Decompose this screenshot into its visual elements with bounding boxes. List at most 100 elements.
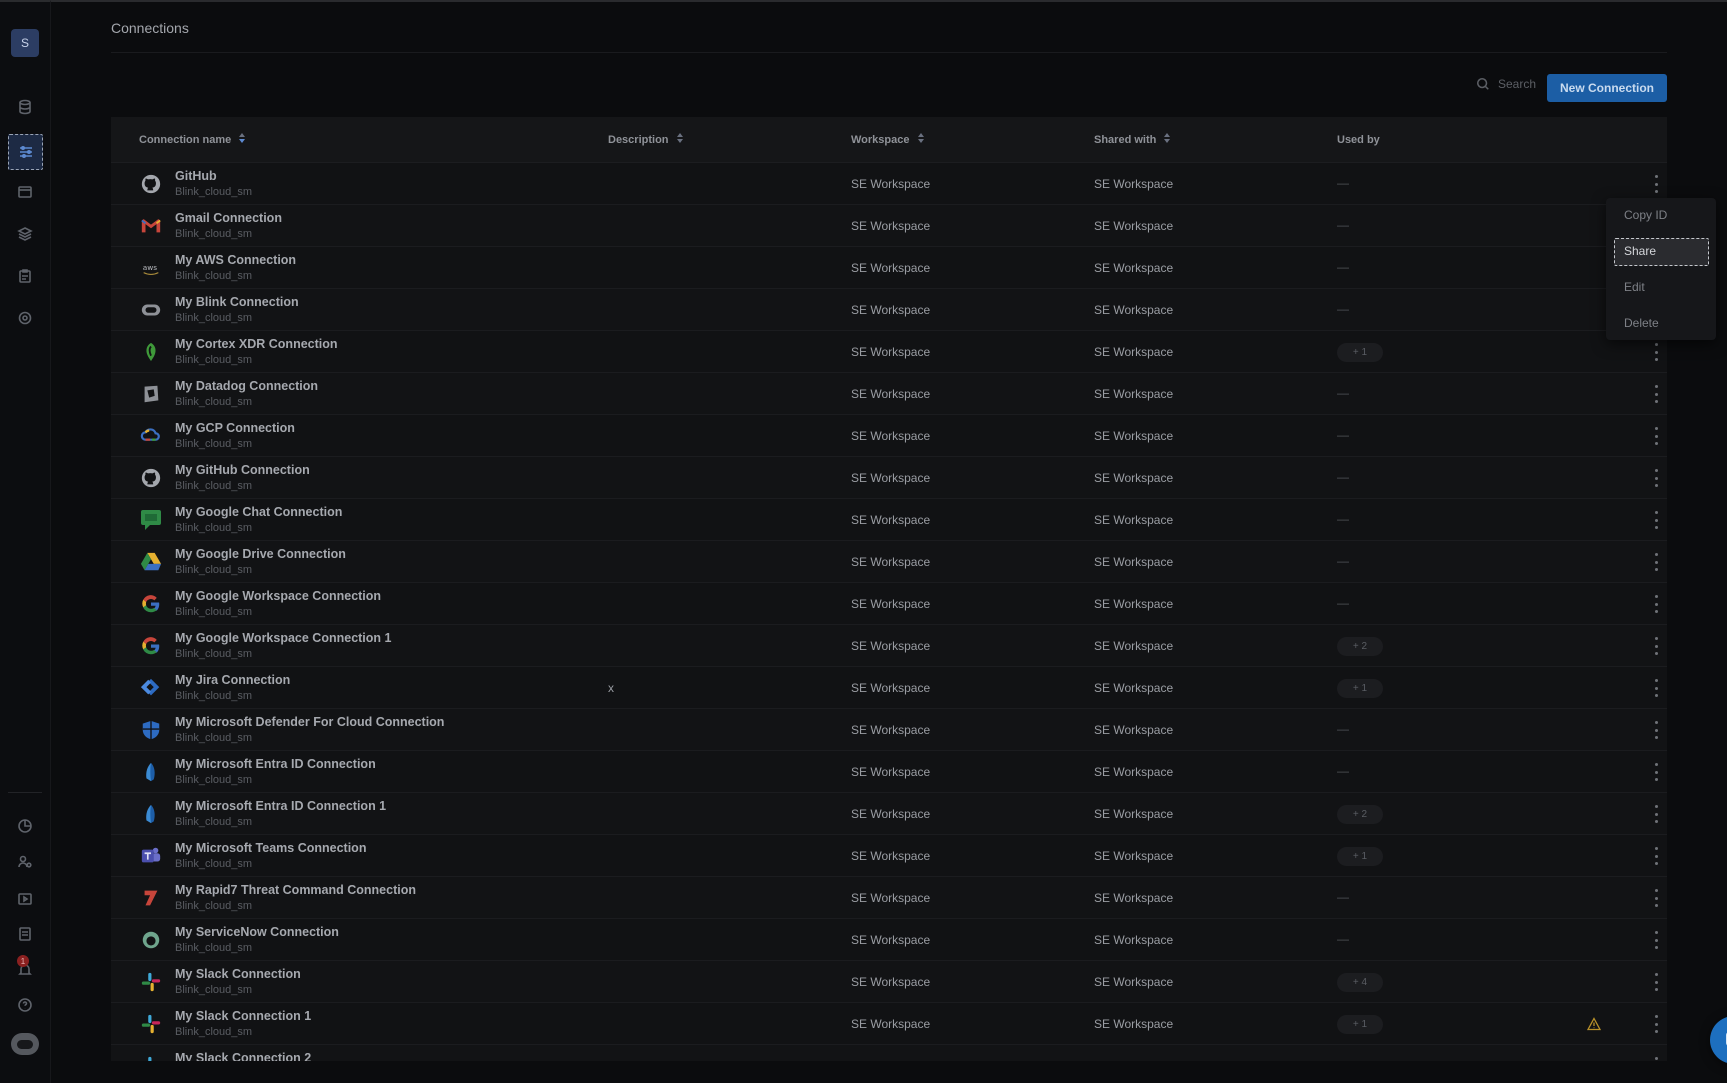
header-workspace[interactable]: Workspace	[851, 133, 924, 146]
workspace-avatar[interactable]: S	[11, 29, 39, 57]
header-description[interactable]: Description	[608, 133, 683, 146]
table-row[interactable]: My Google Drive Connection Blink_cloud_sm…	[111, 541, 1667, 583]
row-actions-kebab-icon[interactable]	[1653, 679, 1659, 697]
connection-name[interactable]: My AWS Connection	[175, 253, 296, 267]
new-connection-button[interactable]: New Connection	[1547, 74, 1667, 102]
database-icon[interactable]	[15, 97, 35, 117]
table-row[interactable]: My Microsoft Entra ID Connection 1 Blink_…	[111, 793, 1667, 835]
package-icon[interactable]	[15, 888, 35, 908]
connection-owner: Blink_cloud_sm	[175, 690, 253, 702]
connection-name[interactable]: My ServiceNow Connection	[175, 925, 339, 939]
header-connection-name[interactable]: Connection name	[139, 133, 246, 146]
connection-name[interactable]: My Google Workspace Connection 1	[175, 631, 391, 645]
connection-name[interactable]: My Jira Connection	[175, 673, 290, 687]
connection-shared-with: SE Workspace	[1094, 261, 1174, 275]
row-actions-kebab-icon[interactable]	[1653, 973, 1659, 991]
used-by-badge[interactable]: + 1	[1337, 847, 1383, 866]
connection-name[interactable]: My Datadog Connection	[175, 379, 318, 393]
connections-nav-icon[interactable]	[8, 134, 43, 170]
row-actions-kebab-icon[interactable]	[1653, 469, 1659, 487]
row-actions-kebab-icon[interactable]	[1653, 595, 1659, 613]
connection-name[interactable]: My GCP Connection	[175, 421, 295, 435]
row-actions-kebab-icon[interactable]	[1653, 763, 1659, 781]
connection-name[interactable]: My GitHub Connection	[175, 463, 310, 477]
used-by-badge[interactable]: + 2	[1337, 805, 1383, 824]
connection-workspace: SE Workspace	[851, 1017, 931, 1031]
row-actions-kebab-icon[interactable]	[1653, 511, 1659, 529]
header-shared-with[interactable]: Shared with	[1094, 133, 1171, 146]
layers-icon[interactable]	[15, 224, 35, 244]
row-actions-kebab-icon[interactable]	[1653, 805, 1659, 823]
connection-name[interactable]: My Blink Connection	[175, 295, 299, 309]
table-row[interactable]: My Rapid7 Threat Command Connection Blink…	[111, 877, 1667, 919]
table-row[interactable]: My Cortex XDR Connection Blink_cloud_sm SE…	[111, 331, 1667, 373]
used-by-badge[interactable]: + 2	[1337, 637, 1383, 656]
connection-name[interactable]: My Google Drive Connection	[175, 547, 346, 561]
table-row[interactable]: My Slack Connection 1 Blink_cloud_sm SE Wo…	[111, 1003, 1667, 1045]
menu-item-edit[interactable]: Edit	[1624, 280, 1645, 294]
row-actions-kebab-icon[interactable]	[1653, 427, 1659, 445]
table-row[interactable]: My Slack Connection 2	[111, 1045, 1667, 1061]
table-row[interactable]: My Blink Connection Blink_cloud_sm SE Work…	[111, 289, 1667, 331]
table-row[interactable]: My Google Workspace Connection Blink_clou…	[111, 583, 1667, 625]
table-row[interactable]: My Google Workspace Connection 1 Blink_cl…	[111, 625, 1667, 667]
connection-name[interactable]: My Microsoft Entra ID Connection	[175, 757, 376, 771]
connection-name[interactable]: My Microsoft Entra ID Connection 1	[175, 799, 386, 813]
clipboard-icon[interactable]	[15, 266, 35, 286]
used-by-empty: —	[1337, 932, 1349, 946]
target-icon[interactable]	[15, 308, 35, 328]
row-actions-kebab-icon[interactable]	[1653, 553, 1659, 571]
row-actions-kebab-icon[interactable]	[1653, 889, 1659, 907]
table-row[interactable]: My Slack Connection Blink_cloud_sm SE Work…	[111, 961, 1667, 1003]
row-actions-kebab-icon[interactable]	[1653, 1057, 1659, 1061]
connection-name[interactable]: My Slack Connection 2	[175, 1051, 311, 1061]
table-row[interactable]: My Microsoft Teams Connection Blink_cloud…	[111, 835, 1667, 877]
users-settings-icon[interactable]	[15, 852, 35, 872]
table-row[interactable]: My Microsoft Entra ID Connection Blink_cl…	[111, 751, 1667, 793]
chat-support-button[interactable]	[1710, 1016, 1727, 1064]
table-row[interactable]: My GCP Connection Blink_cloud_sm SE Worksp…	[111, 415, 1667, 457]
used-by-badge[interactable]: + 1	[1337, 343, 1383, 362]
connection-name[interactable]: My Rapid7 Threat Command Connection	[175, 883, 416, 897]
row-actions-kebab-icon[interactable]	[1653, 721, 1659, 739]
table-row[interactable]: aws My AWS Connection Blink_cloud_sm SE Wor…	[111, 247, 1667, 289]
table-row[interactable]: My Microsoft Defender For Cloud Connecti…	[111, 709, 1667, 751]
row-actions-kebab-icon[interactable]	[1653, 1015, 1659, 1033]
connection-name[interactable]: My Microsoft Teams Connection	[175, 841, 366, 855]
used-by-badge[interactable]: + 4	[1337, 973, 1383, 992]
table-row[interactable]: My Jira Connection Blink_cloud_sm x SE Work…	[111, 667, 1667, 709]
menu-item-copy-id[interactable]: Copy ID	[1624, 208, 1667, 222]
table-row[interactable]: GitHub Blink_cloud_sm SE Workspace SE Works…	[111, 163, 1667, 205]
audit-log-icon[interactable]	[15, 924, 35, 944]
table-row[interactable]: My Datadog Connection Blink_cloud_sm SE Wo…	[111, 373, 1667, 415]
help-icon[interactable]	[15, 995, 35, 1015]
connection-name[interactable]: My Cortex XDR Connection	[175, 337, 338, 351]
window-icon[interactable]	[15, 182, 35, 202]
blink-logo-icon[interactable]	[11, 1033, 39, 1055]
used-by-badge[interactable]: + 1	[1337, 1015, 1383, 1034]
connection-name[interactable]: My Slack Connection 1	[175, 1009, 311, 1023]
table-row[interactable]: My GitHub Connection Blink_cloud_sm SE Wor…	[111, 457, 1667, 499]
connection-name[interactable]: Gmail Connection	[175, 211, 282, 225]
row-actions-kebab-icon[interactable]	[1653, 931, 1659, 949]
used-by-badge[interactable]: + 1	[1337, 679, 1383, 698]
menu-item-delete[interactable]: Delete	[1624, 316, 1659, 330]
connection-name[interactable]: My Google Workspace Connection	[175, 589, 381, 603]
row-actions-kebab-icon[interactable]	[1653, 343, 1659, 361]
connection-name[interactable]: My Google Chat Connection	[175, 505, 342, 519]
connection-shared-with: SE Workspace	[1094, 639, 1174, 653]
connection-name[interactable]: My Microsoft Defender For Cloud Connecti…	[175, 715, 444, 729]
table-row[interactable]: Gmail Connection Blink_cloud_sm SE Workspa…	[111, 205, 1667, 247]
table-row[interactable]: My Google Chat Connection Blink_cloud_sm S…	[111, 499, 1667, 541]
row-actions-kebab-icon[interactable]	[1653, 637, 1659, 655]
row-actions-kebab-icon[interactable]	[1653, 847, 1659, 865]
row-actions-kebab-icon[interactable]	[1653, 385, 1659, 403]
connection-owner: Blink_cloud_sm	[175, 438, 253, 450]
left-sidebar: S 1	[0, 0, 51, 1083]
row-actions-kebab-icon[interactable]	[1653, 175, 1659, 193]
pie-chart-icon[interactable]	[15, 816, 35, 836]
connection-name[interactable]: My Slack Connection	[175, 967, 301, 981]
table-row[interactable]: My ServiceNow Connection Blink_cloud_sm SE…	[111, 919, 1667, 961]
connection-owner: Blink_cloud_sm	[175, 942, 253, 954]
connection-name[interactable]: GitHub	[175, 169, 217, 183]
